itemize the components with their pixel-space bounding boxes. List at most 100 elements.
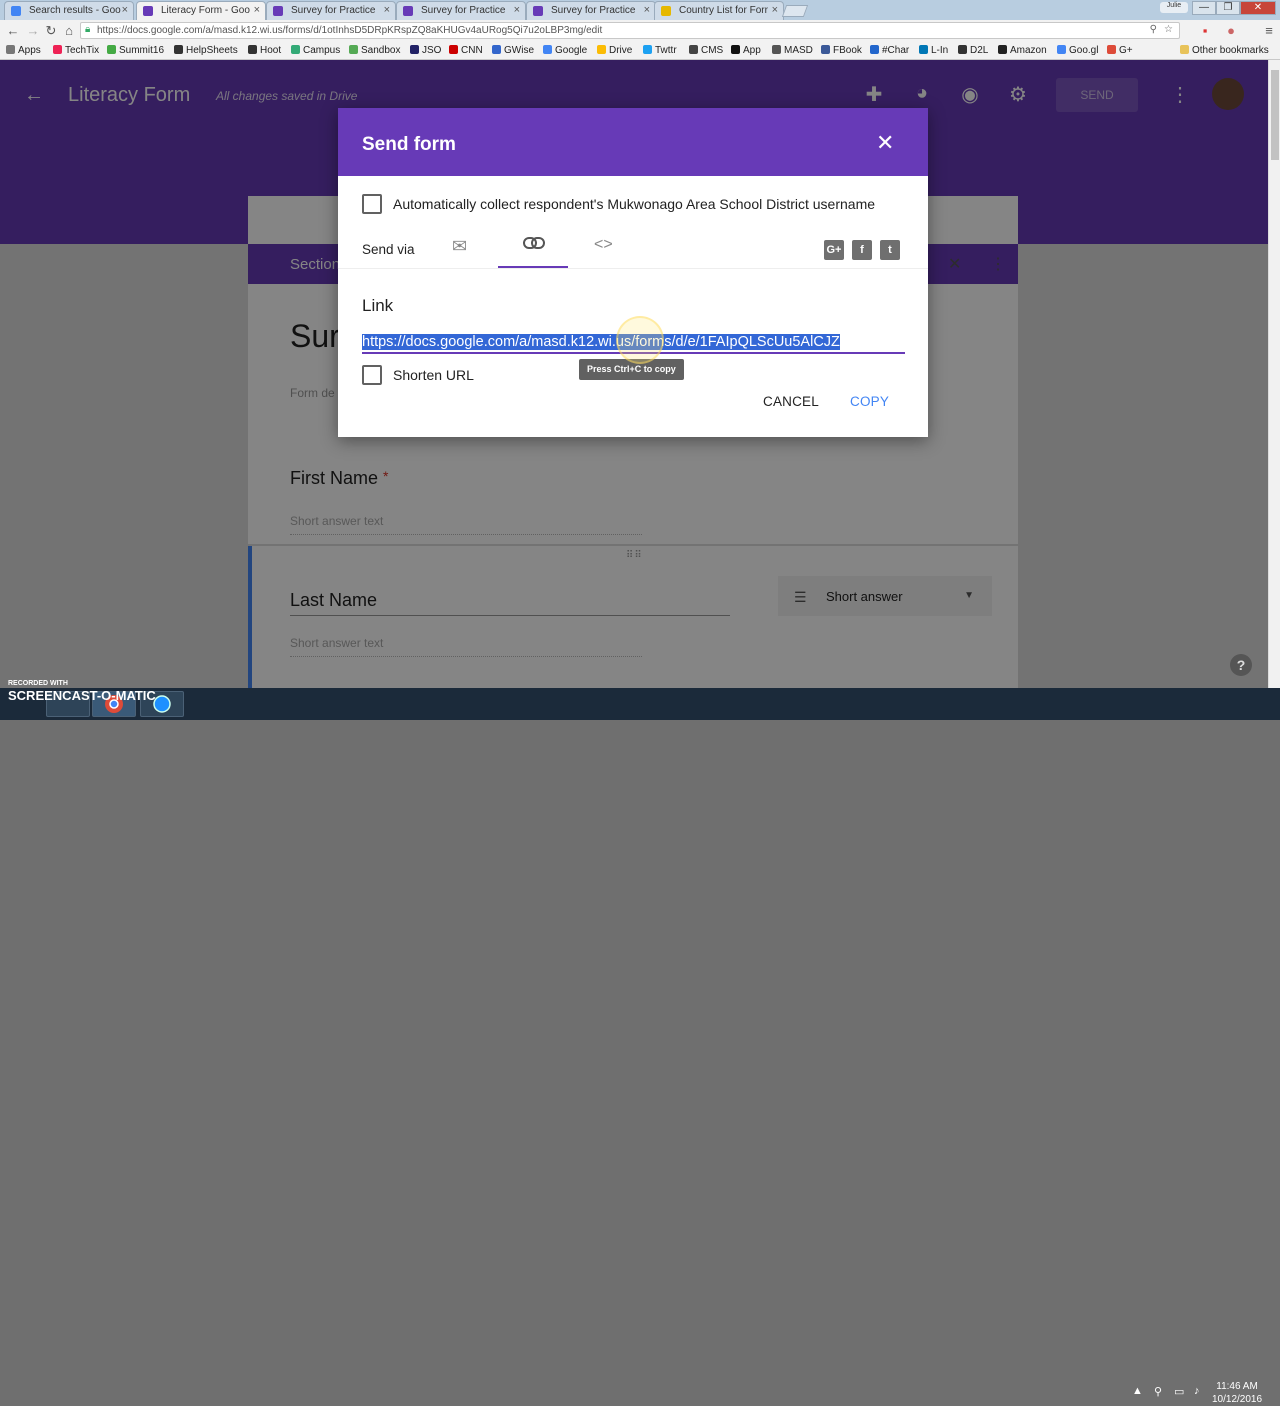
star-icon[interactable]: ☆ xyxy=(1164,24,1173,35)
tab-label: Search results - Goo xyxy=(29,5,121,16)
recorder-watermark: RECORDED WITH SCREENCAST-O-MATIC xyxy=(8,680,156,705)
bookmark-item[interactable]: MASD xyxy=(772,45,813,56)
bookmark-favicon-icon xyxy=(958,45,967,54)
bookmark-favicon-icon xyxy=(643,45,652,54)
bookmark-item[interactable]: CNN xyxy=(449,45,483,56)
bookmark-item[interactable]: TechTix xyxy=(53,45,99,56)
show-hidden-icons[interactable]: ▲ xyxy=(1132,1385,1143,1397)
bookmark-favicon-icon xyxy=(870,45,879,54)
bookmark-item[interactable]: D2L xyxy=(958,45,988,56)
browser-tab[interactable]: Survey for Practice × xyxy=(526,1,656,20)
chrome-menu-icon[interactable]: ≡ xyxy=(1262,23,1276,38)
send-via-label: Send via xyxy=(362,242,415,257)
bookmark-label: CNN xyxy=(461,45,483,56)
url-input[interactable]: 🔒︎ https://docs.google.com/a/masd.k12.wi… xyxy=(80,22,1180,39)
volume-icon[interactable]: ♪ xyxy=(1194,1385,1200,1397)
bookmark-item[interactable]: Drive xyxy=(597,45,632,56)
embed-code-icon[interactable]: <> xyxy=(594,236,613,254)
bookmark-favicon-icon xyxy=(919,45,928,54)
close-icon[interactable]: ✕ xyxy=(876,130,894,156)
bookmark-apps[interactable]: Apps xyxy=(6,45,41,56)
forms-favicon-icon xyxy=(143,6,153,16)
bookmark-item[interactable]: GWise xyxy=(492,45,534,56)
bookmark-item[interactable]: Twttr xyxy=(643,45,677,56)
tab-close-icon[interactable]: × xyxy=(772,4,778,16)
bookmark-item[interactable]: JSO xyxy=(410,45,441,56)
watermark-big: SCREENCAST-O-MATIC xyxy=(8,688,156,703)
bookmark-favicon-icon xyxy=(291,45,300,54)
scrollbar-thumb[interactable] xyxy=(1271,70,1279,160)
bookmark-item[interactable]: CMS xyxy=(689,45,723,56)
page-scrollbar[interactable] xyxy=(1268,60,1280,688)
bookmark-favicon-icon xyxy=(731,45,740,54)
reload-icon[interactable]: ↻ xyxy=(44,23,58,39)
bookmark-item[interactable]: #Char xyxy=(870,45,909,56)
browser-tab[interactable]: Country List for Forr × xyxy=(654,1,784,20)
back-arrow-icon[interactable]: ← xyxy=(6,23,20,38)
collect-username-checkbox[interactable] xyxy=(362,194,382,214)
monitor-icon[interactable]: ▭ xyxy=(1174,1385,1184,1398)
maximize-button[interactable]: ❐ xyxy=(1216,1,1240,15)
bookmark-item[interactable]: Sandbox xyxy=(349,45,400,56)
tab-close-icon[interactable]: × xyxy=(122,4,128,16)
facebook-icon[interactable]: f xyxy=(852,240,872,260)
home-icon[interactable]: ⌂ xyxy=(62,23,76,38)
bookmark-item[interactable]: HelpSheets xyxy=(174,45,238,56)
bookmark-label: Hoot xyxy=(260,45,282,56)
bookmark-item[interactable]: FBook xyxy=(821,45,862,56)
shorten-url-checkbox[interactable] xyxy=(362,365,382,385)
bookmark-item[interactable]: Amazon xyxy=(998,45,1047,56)
bookmark-item[interactable]: Hoot xyxy=(248,45,281,56)
dialog-header: Send form ✕ xyxy=(338,108,928,176)
tab-close-icon[interactable]: × xyxy=(644,4,650,16)
bookmark-item[interactable]: Campus xyxy=(291,45,340,56)
bookmark-label: Apps xyxy=(18,45,41,56)
bookmark-label: Campus xyxy=(303,45,341,56)
tab-label: Country List for Forr xyxy=(679,5,768,16)
copy-button[interactable]: COPY xyxy=(850,394,889,409)
browser-tab[interactable]: Survey for Practice × xyxy=(266,1,396,20)
extension-icon[interactable]: ▪ xyxy=(1198,23,1212,38)
bookmark-label: FBook xyxy=(833,45,862,56)
bookmark-favicon-icon xyxy=(53,45,62,54)
close-window-button[interactable]: ✕ xyxy=(1240,1,1276,15)
new-tab-button[interactable] xyxy=(781,5,809,17)
bookmark-label: Sandbox xyxy=(361,45,401,56)
browser-tab[interactable]: Survey for Practice × xyxy=(396,1,526,20)
forward-arrow-icon[interactable]: → xyxy=(26,23,40,38)
google-plus-icon[interactable]: G+ xyxy=(824,240,844,260)
browser-tab-active[interactable]: Literacy Form - Goo × xyxy=(136,1,266,20)
bookmark-favicon-icon xyxy=(174,45,183,54)
bookmark-favicon-icon xyxy=(772,45,781,54)
bookmark-item[interactable]: App xyxy=(731,45,761,56)
tab-close-icon[interactable]: × xyxy=(254,4,260,16)
bookmark-item[interactable]: Summit16 xyxy=(107,45,164,56)
other-bookmarks[interactable]: Other bookmarks xyxy=(1180,45,1269,56)
twitter-icon[interactable]: t xyxy=(880,240,900,260)
bookmark-item[interactable]: Google xyxy=(543,45,587,56)
extension-icon[interactable]: ● xyxy=(1224,23,1238,38)
email-icon[interactable]: ✉ xyxy=(452,236,467,257)
help-icon[interactable]: ? xyxy=(1230,654,1252,676)
network-icon[interactable]: ⚲ xyxy=(1154,1385,1162,1398)
bookmark-label: JSO xyxy=(422,45,442,56)
bookmark-label: MASD xyxy=(784,45,813,56)
link-url-text: https://docs.google.com/a/masd.k12.wi.us… xyxy=(362,334,840,350)
bookmark-item[interactable]: G+ xyxy=(1107,45,1133,56)
tab-close-icon[interactable]: × xyxy=(384,4,390,16)
bookmark-favicon-icon xyxy=(492,45,501,54)
other-bookmarks-label: Other bookmarks xyxy=(1192,45,1269,56)
bookmark-item[interactable]: Goo.gl xyxy=(1057,45,1098,56)
link-icon[interactable] xyxy=(523,236,545,255)
bookmark-item[interactable]: L-In xyxy=(919,45,948,56)
shorten-url-label: Shorten URL xyxy=(393,367,474,383)
profile-badge[interactable]: Julie xyxy=(1160,2,1188,13)
tab-label: Survey for Practice xyxy=(551,5,636,16)
bookmark-label: #Char xyxy=(882,45,910,56)
tab-close-icon[interactable]: × xyxy=(514,4,520,16)
bookmark-favicon-icon xyxy=(998,45,1007,54)
cancel-button[interactable]: CANCEL xyxy=(763,394,819,409)
browser-tab[interactable]: Search results - Goo × xyxy=(4,1,134,20)
system-clock[interactable]: 11:46 AM 10/12/2016 xyxy=(1212,1380,1262,1406)
minimize-button[interactable]: — xyxy=(1192,1,1216,15)
